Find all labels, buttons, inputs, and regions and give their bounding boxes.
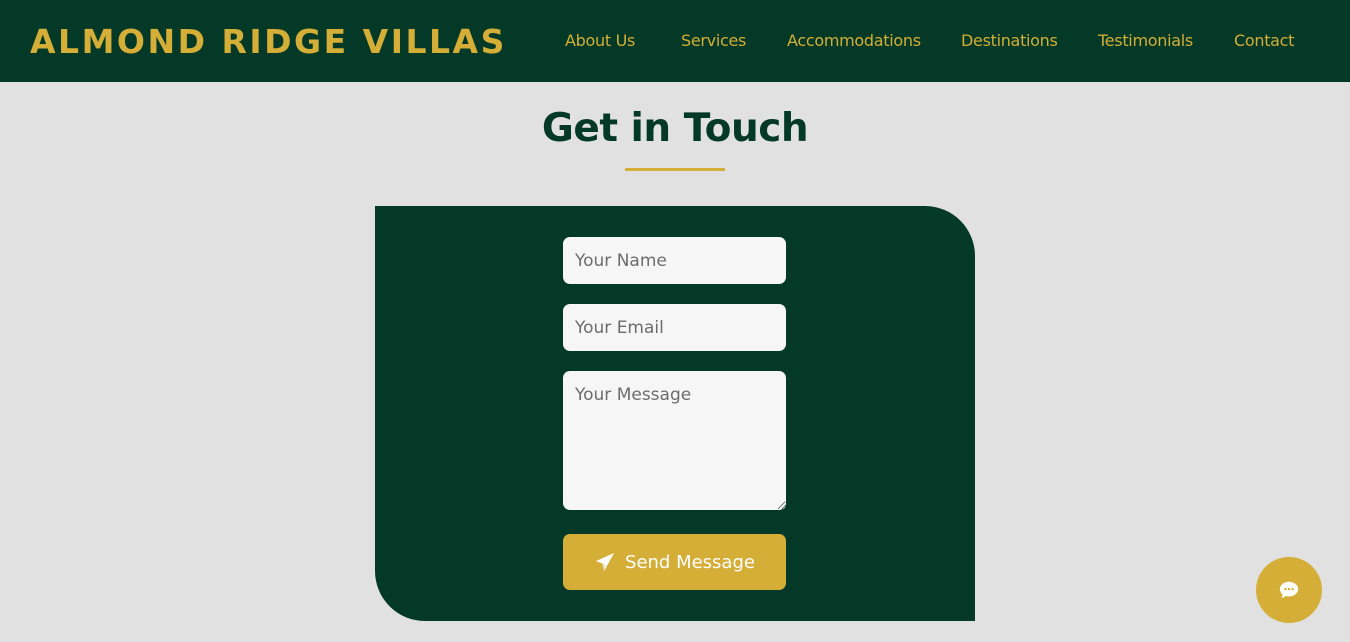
name-input[interactable] [563, 237, 786, 284]
section-title: Get in Touch [541, 106, 809, 151]
paper-plane-icon [595, 552, 615, 572]
nav-services[interactable]: Services [681, 31, 746, 50]
email-input[interactable] [563, 304, 786, 351]
site-header: ALMOND RIDGE VILLAS About Us Services Ac… [0, 0, 1350, 82]
nav-accommodations[interactable]: Accommodations [787, 31, 921, 50]
chat-button[interactable] [1256, 557, 1322, 623]
nav-contact[interactable]: Contact [1234, 31, 1294, 50]
chat-bubble-icon [1279, 581, 1299, 599]
message-textarea[interactable] [563, 371, 786, 510]
nav-destinations[interactable]: Destinations [961, 31, 1058, 50]
send-label: Send Message [625, 551, 755, 573]
nav-testimonials[interactable]: Testimonials [1098, 31, 1193, 50]
main-nav: About Us Services Accommodations Destina… [0, 31, 1350, 55]
send-message-button[interactable]: Send Message [563, 534, 786, 590]
nav-about-us[interactable]: About Us [565, 31, 635, 50]
title-underline [625, 168, 725, 171]
